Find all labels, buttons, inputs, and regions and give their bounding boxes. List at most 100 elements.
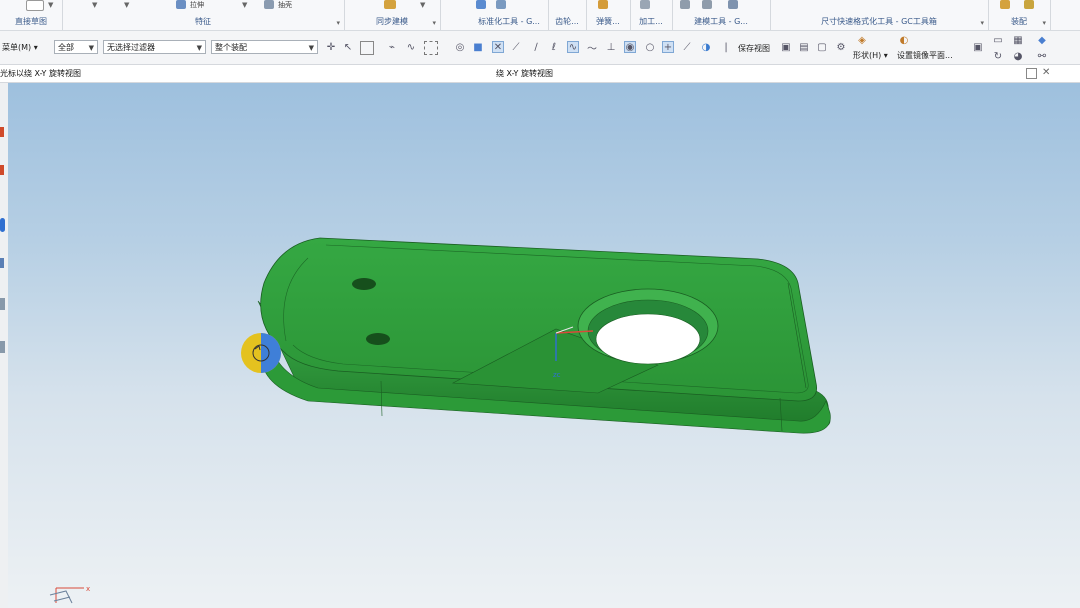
resource-tab-icon[interactable]	[0, 165, 4, 175]
slash-icon[interactable]: ∕	[530, 41, 542, 53]
chevron-down-icon[interactable]: ▼	[242, 1, 247, 9]
ribbon-group-gear[interactable]: 齿轮...	[548, 0, 587, 30]
ribbon-group-spring[interactable]: 弹簧...	[586, 0, 631, 30]
intersect-icon[interactable]: ⊥	[605, 41, 617, 53]
link-icon[interactable]: ⚙	[835, 41, 847, 53]
modeling-tool-icon[interactable]	[680, 0, 690, 9]
ribbon-group-sync-modeling[interactable]: ▼ 同步建模 ▾	[344, 0, 441, 30]
chevron-down-icon[interactable]: ▼	[48, 1, 53, 9]
type-filter-select[interactable]: 全部 ▼	[54, 40, 98, 54]
visibility-icon[interactable]: ⚯	[1036, 50, 1048, 62]
shape-button[interactable]: 形状(H) ▾	[853, 50, 888, 61]
ribbon-group-dimension-format[interactable]: 尺寸快速格式化工具 - GC工具箱 ▾	[770, 0, 989, 30]
standard-tool-icon[interactable]	[496, 0, 506, 9]
ribbon-group-label: 直接草图	[15, 17, 47, 26]
ribbon-group-label: 加工...	[639, 17, 663, 26]
mirror-plane-icon[interactable]: ◐	[898, 34, 910, 46]
extrude-label[interactable]: 拉伸	[190, 0, 204, 10]
window-icon[interactable]: ▭	[992, 34, 1004, 46]
render-icon[interactable]: ◆	[1036, 34, 1048, 46]
chevron-down-icon: ▼	[308, 44, 314, 52]
ribbon-group-modeling-tools[interactable]: 建模工具 - G...	[672, 0, 771, 30]
modeling-tool-icon[interactable]	[702, 0, 712, 9]
type-filter-value: 全部	[58, 43, 74, 52]
green-plate-part[interactable]	[257, 237, 831, 434]
extrude-icon[interactable]	[176, 0, 186, 9]
snap-icon[interactable]: ⌁	[386, 41, 398, 53]
point-snap-icon[interactable]: ✕	[492, 41, 504, 53]
ribbon-group-label: 特征	[195, 17, 211, 26]
circle-icon[interactable]: ○	[644, 41, 656, 53]
color-icon[interactable]: ◕	[1012, 50, 1024, 62]
expand-icon[interactable]: ▾	[336, 19, 340, 27]
resource-tab-icon[interactable]	[0, 341, 5, 353]
rect-select-icon[interactable]	[360, 41, 374, 55]
table-icon[interactable]: ▦	[1012, 34, 1024, 46]
pointer-icon[interactable]: ↖	[342, 41, 354, 53]
select-icon[interactable]: ✛	[325, 41, 337, 53]
shape-icon[interactable]: ◈	[856, 34, 868, 46]
resource-tab-icon[interactable]	[0, 127, 4, 137]
expand-icon[interactable]: ▾	[432, 19, 436, 27]
divider: |	[724, 41, 728, 53]
machining-icon[interactable]	[640, 0, 650, 9]
graphics-viewport[interactable]: zc x	[8, 83, 1080, 608]
line-icon[interactable]: ⟋	[510, 41, 522, 53]
sync-modeling-icon[interactable]	[384, 0, 396, 9]
ribbon: ▼ 直接草图 ▼ ▼ 拉伸 ▼ 抽壳 特征 ▾ ▼ 同步建模 ▾ 标准化工具 -…	[0, 0, 1080, 31]
settings-icon[interactable]: ◑	[700, 41, 712, 53]
tangent-icon[interactable]: ⟋	[681, 41, 693, 53]
restore-icon[interactable]	[1026, 68, 1037, 79]
sketch-icon[interactable]	[26, 0, 44, 11]
ribbon-group-label: 装配	[1011, 17, 1027, 26]
ribbon-group-machining[interactable]: 加工...	[630, 0, 673, 30]
expand-icon[interactable]: ▾	[980, 19, 984, 27]
view-orient-icon[interactable]: ◎	[454, 41, 466, 53]
layout-icon[interactable]: ▤	[798, 41, 810, 53]
ribbon-group-assembly[interactable]: 装配 ▾	[988, 0, 1051, 30]
resource-tab-icon[interactable]	[0, 298, 5, 310]
mirror-plane-button[interactable]: 设置镜像平面...	[897, 50, 953, 61]
chevron-down-icon[interactable]: ▼	[92, 1, 97, 9]
chevron-down-icon: ▼	[88, 44, 94, 52]
save-view-button[interactable]: 保存视图	[738, 43, 770, 54]
selection-toolbar: 菜单(M) ▾ 全部 ▼ 无选择过滤器 ▼ 整个装配 ▼ ✛ ↖ ⌁ ∿ ◎ ■ ✕ …	[0, 31, 1080, 65]
resource-tab-icon[interactable]	[0, 258, 4, 268]
frame-icon[interactable]: ▣	[972, 41, 984, 53]
resource-tab-icon[interactable]	[0, 218, 5, 232]
circle-center-icon[interactable]: ◉	[624, 41, 636, 53]
spline-icon[interactable]: 〜	[586, 41, 598, 55]
cube-icon[interactable]: ■	[472, 41, 484, 53]
document-icon[interactable]: ▢	[816, 41, 828, 53]
ribbon-group-direct-sketch[interactable]: ▼ 直接草图	[0, 0, 63, 30]
rotate-cursor-icon	[241, 333, 281, 373]
ribbon-group-label: 同步建模	[376, 17, 408, 26]
ribbon-group-standard-tools[interactable]: 标准化工具 - G...	[470, 0, 549, 30]
arc-icon[interactable]: ℓ	[548, 41, 560, 53]
ribbon-group-label: 建模工具 - G...	[694, 17, 748, 26]
menu-button[interactable]: 菜单(M) ▾	[2, 42, 38, 53]
lasso-icon[interactable]	[424, 41, 438, 55]
standard-tool-icon[interactable]	[476, 0, 486, 9]
polyline-icon[interactable]: ∿	[567, 41, 579, 53]
ribbon-group-feature[interactable]: ▼ ▼ 拉伸 ▼ 抽壳 特征 ▾	[62, 0, 345, 30]
refresh-icon[interactable]: ↻	[992, 50, 1004, 62]
model-canvas[interactable]: zc x	[8, 83, 1080, 608]
expand-icon[interactable]: ▾	[1042, 19, 1046, 27]
svg-text:zc: zc	[553, 371, 561, 379]
close-icon[interactable]: ✕	[1042, 67, 1050, 78]
shell-icon[interactable]	[264, 0, 274, 9]
modeling-tool-icon[interactable]	[728, 0, 738, 9]
assembly-icon[interactable]	[1024, 0, 1034, 9]
assembly-icon[interactable]	[1000, 0, 1010, 9]
chevron-down-icon[interactable]: ▼	[124, 1, 129, 9]
scope-select[interactable]: 整个装配 ▼	[211, 40, 318, 54]
spring-icon[interactable]	[598, 0, 608, 9]
chevron-down-icon[interactable]: ▼	[420, 1, 425, 9]
shell-label[interactable]: 抽壳	[278, 0, 292, 10]
curve-icon[interactable]: ∿	[405, 41, 417, 53]
plus-icon[interactable]: +	[662, 41, 674, 53]
ribbon-group-label: 齿轮...	[555, 17, 579, 26]
view-icon[interactable]: ▣	[780, 41, 792, 53]
selection-filter-select[interactable]: 无选择过滤器 ▼	[103, 40, 206, 54]
